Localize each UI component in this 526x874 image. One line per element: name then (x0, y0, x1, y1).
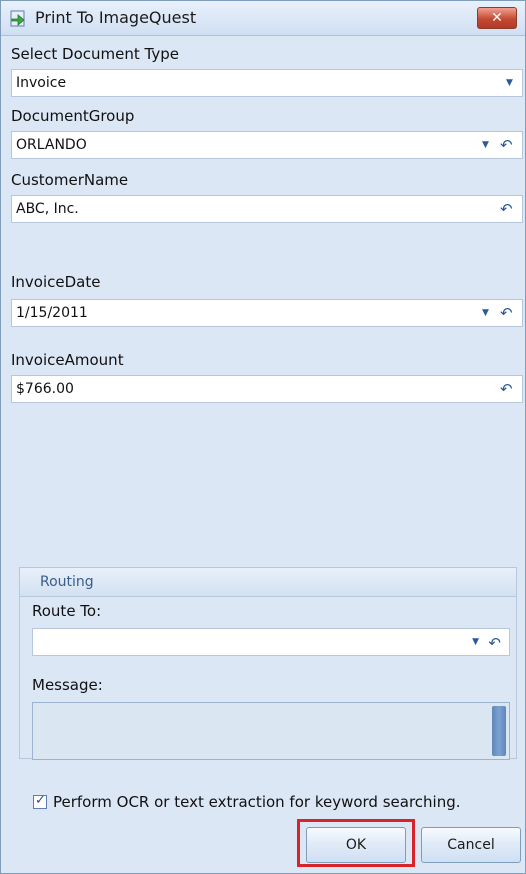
doc-type-value: Invoice (16, 75, 67, 91)
undo-icon[interactable]: ↶ (500, 381, 514, 397)
chevron-down-icon[interactable]: ▼ (506, 78, 516, 88)
undo-icon[interactable]: ↶ (500, 201, 514, 217)
invoice-date-label: InvoiceDate (11, 273, 101, 291)
cancel-button[interactable]: Cancel (421, 827, 521, 863)
routing-header[interactable]: Routing (20, 568, 516, 597)
invoice-date-value: 1/15/2011 (16, 305, 88, 321)
print-to-imagequest-icon (10, 10, 25, 27)
invoice-amount-value: $766.00 (16, 381, 74, 397)
route-to-select[interactable]: ▼ ↶ (32, 628, 510, 656)
message-label: Message: (32, 676, 103, 694)
doc-group-label: DocumentGroup (11, 107, 135, 125)
chevron-down-icon[interactable]: ▼ (472, 637, 479, 647)
title-bar: Print To ImageQuest ✕ (1, 1, 525, 36)
customer-value: ABC, Inc. (16, 201, 79, 217)
message-textarea[interactable] (32, 702, 510, 760)
doc-type-label: Select Document Type (11, 45, 179, 63)
undo-icon[interactable]: ↶ (488, 634, 501, 652)
customer-input[interactable]: ABC, Inc. ↶ (11, 195, 523, 223)
doc-group-select[interactable]: ORLANDO ▼ ↶ (11, 131, 523, 159)
invoice-amount-label: InvoiceAmount (11, 351, 124, 369)
invoice-date-input[interactable]: 1/15/2011 ▼ ↶ (11, 299, 523, 327)
window-title: Print To ImageQuest (35, 8, 197, 27)
check-icon: ✓ (35, 793, 46, 808)
undo-icon[interactable]: ↶ (500, 305, 514, 321)
close-icon: ✕ (491, 10, 503, 26)
doc-type-select[interactable]: Invoice ▼ (11, 69, 523, 97)
ocr-checkbox[interactable]: ✓ (33, 793, 47, 809)
routing-title: Routing (40, 574, 94, 590)
ocr-checkbox-label: Perform OCR or text extraction for keywo… (53, 793, 461, 811)
invoice-amount-input[interactable]: $766.00 ↶ (11, 375, 523, 403)
chevron-down-icon[interactable]: ▼ (482, 308, 492, 318)
close-button[interactable]: ✕ (477, 7, 517, 29)
ok-button[interactable]: OK (306, 827, 406, 863)
route-to-label: Route To: (32, 602, 102, 620)
undo-icon[interactable]: ↶ (500, 137, 514, 153)
message-scrollbar[interactable] (492, 706, 506, 756)
customer-label: CustomerName (11, 171, 129, 189)
routing-panel: Routing Route To: ▼ ↶ Message: (19, 567, 517, 760)
doc-group-value: ORLANDO (16, 137, 87, 153)
chevron-down-icon[interactable]: ▼ (482, 140, 492, 150)
print-dialog: Print To ImageQuest ✕ Select Document Ty… (0, 0, 526, 874)
